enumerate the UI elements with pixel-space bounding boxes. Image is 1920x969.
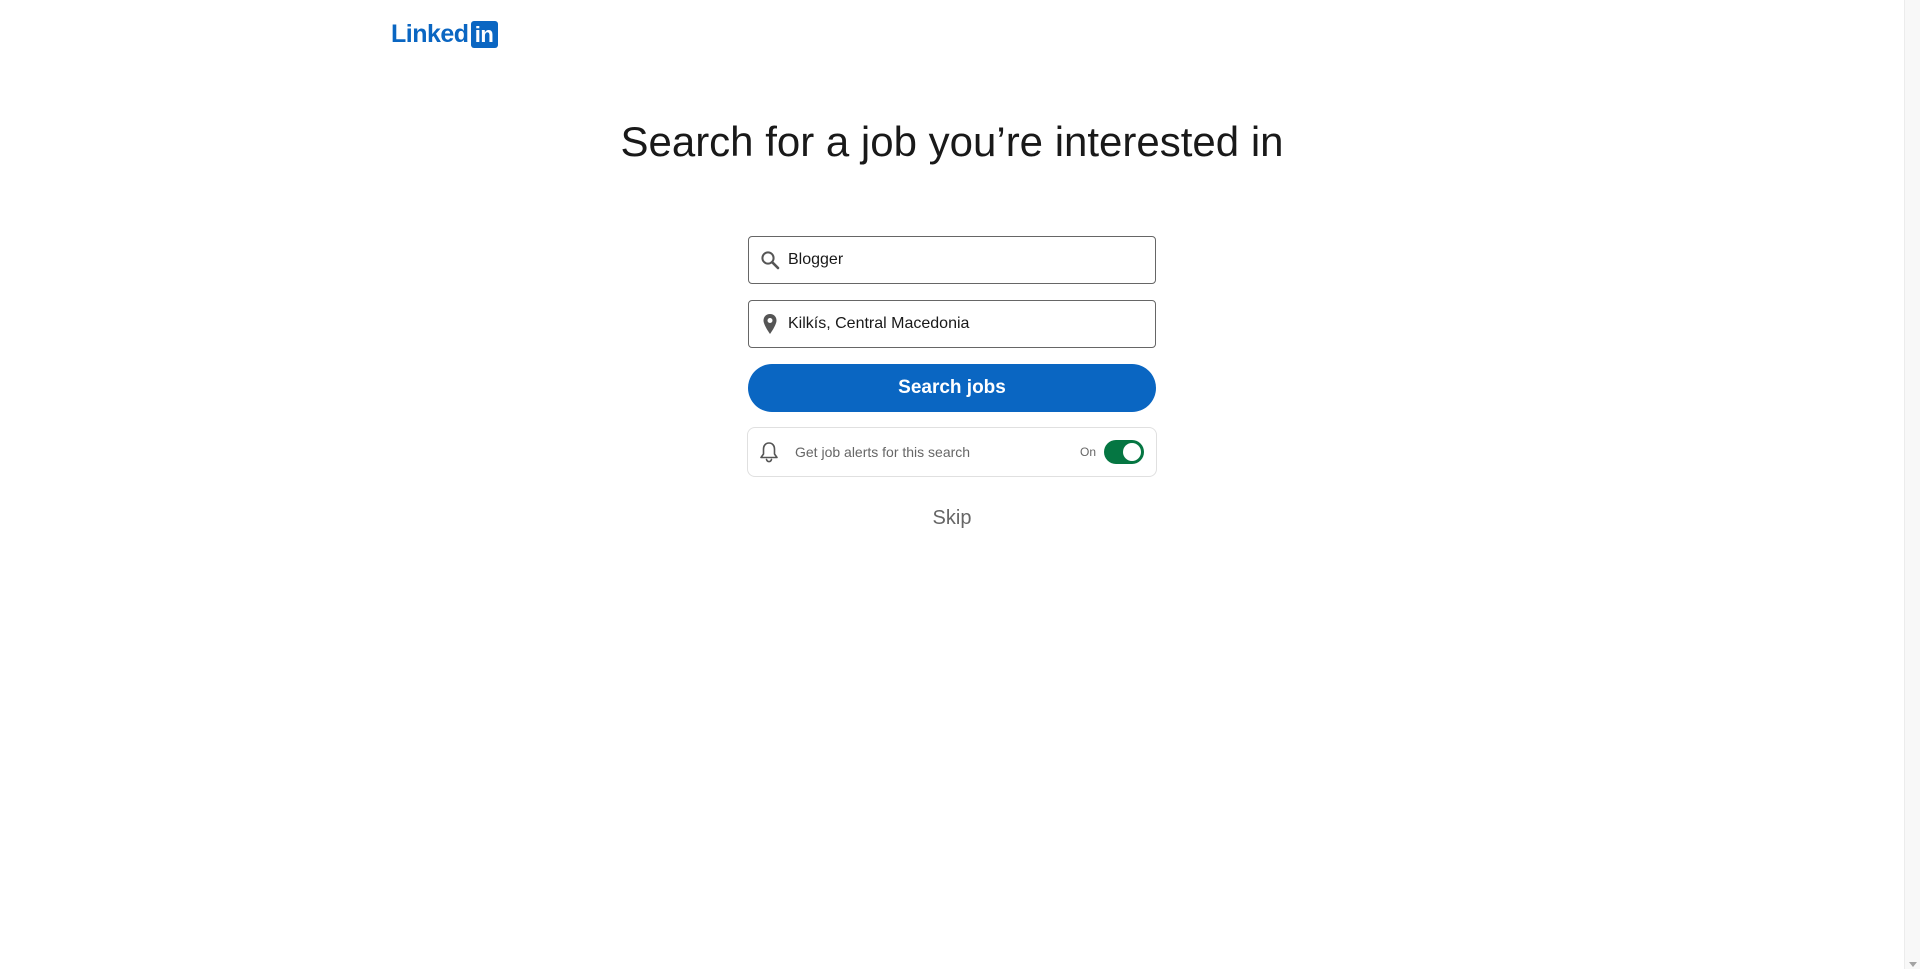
- logo-wordmark: Linked: [391, 20, 469, 48]
- vertical-scrollbar[interactable]: [1904, 0, 1920, 969]
- scroll-down-arrow-icon[interactable]: [1909, 962, 1917, 967]
- bell-icon: [757, 440, 781, 464]
- skip-link[interactable]: Skip: [748, 506, 1156, 530]
- toggle-knob: [1123, 443, 1141, 461]
- job-alerts-row: Get job alerts for this search On: [747, 427, 1157, 477]
- search-icon: [758, 248, 782, 272]
- keyword-input[interactable]: [788, 248, 1138, 272]
- linkedin-logo[interactable]: Linked in: [391, 20, 498, 48]
- page-title: Search for a job you’re interested in: [620, 118, 1284, 165]
- keyword-field[interactable]: [748, 236, 1156, 284]
- search-jobs-button[interactable]: Search jobs: [748, 364, 1156, 412]
- page: Linked in Search for a job you’re intere…: [0, 0, 1920, 969]
- logo-in-badge: in: [470, 20, 498, 48]
- location-field[interactable]: [748, 300, 1156, 348]
- job-alerts-toggle[interactable]: [1104, 440, 1144, 464]
- location-pin-icon: [758, 312, 782, 336]
- location-input[interactable]: [788, 312, 1138, 336]
- job-search-form: Search jobs Get job alerts for this sear…: [747, 236, 1157, 530]
- toggle-state-label: On: [1079, 445, 1096, 459]
- job-alerts-label: Get job alerts for this search: [795, 444, 971, 460]
